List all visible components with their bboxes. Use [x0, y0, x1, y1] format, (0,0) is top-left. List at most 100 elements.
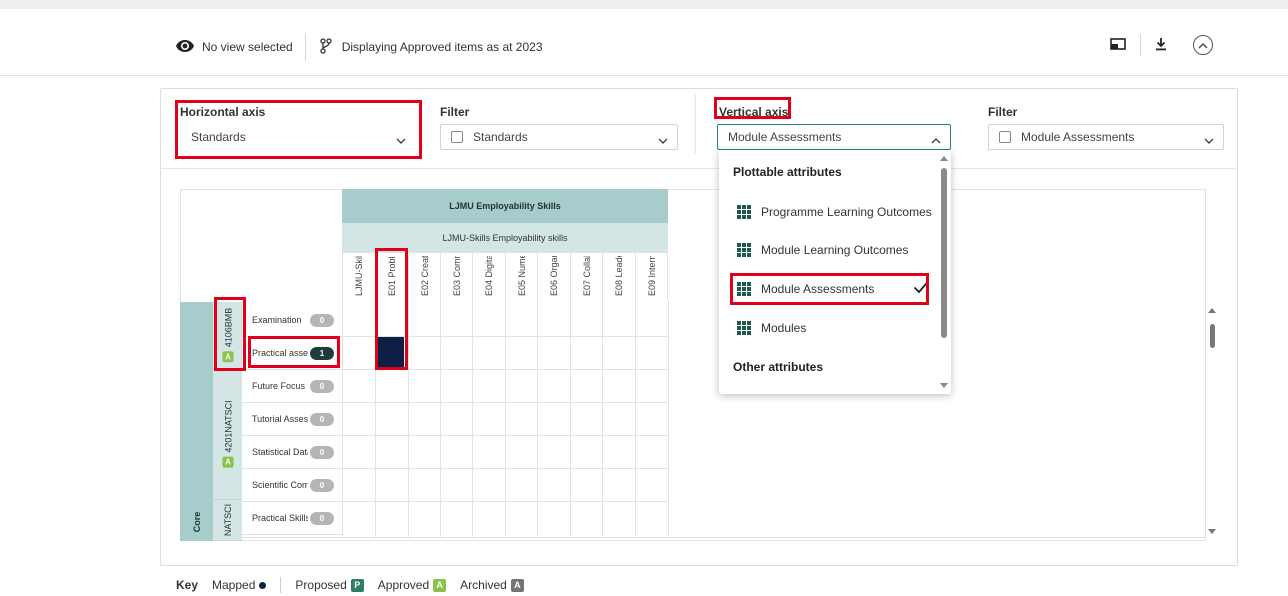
module-header-4201NATSCI[interactable]: A 4201NATSCI [213, 369, 242, 500]
horizontal-axis-label: Horizontal axis [180, 105, 266, 119]
grid-vline [602, 299, 603, 537]
module-header-NATSCI[interactable]: NATSCI [213, 500, 242, 541]
column-header-text: E09 International [646, 256, 657, 296]
branch-icon [320, 37, 332, 57]
scroll-up-icon[interactable] [940, 156, 948, 161]
count-pill: 1 [310, 346, 334, 360]
dropdown-item-label: Module Learning Outcomes [761, 243, 909, 257]
collapse-button[interactable] [1193, 35, 1213, 55]
key-archived: Archived A [460, 578, 524, 592]
column-header[interactable]: E05 Numeracy [505, 253, 537, 299]
top-band [0, 0, 1288, 9]
row-label-text: Practical Skills [252, 513, 308, 523]
checkbox-icon [451, 131, 463, 143]
column-header-text: E08 Leadership [614, 256, 624, 296]
row-label[interactable]: Practical Skills 0 [242, 502, 342, 535]
column-header-text: LJMU-Skills [354, 256, 364, 296]
grid-vline [472, 299, 473, 537]
key-title: Key [176, 578, 199, 592]
key-approved-label: Approved [377, 578, 430, 592]
count-pill: 0 [310, 412, 334, 426]
count-pill: 0 [310, 445, 334, 459]
eye-icon [176, 39, 194, 55]
fullscreen-icon[interactable] [1110, 37, 1126, 53]
column-header-text: E04 Digital [484, 256, 494, 296]
grid-vline [342, 299, 343, 537]
grid-vline [505, 299, 506, 537]
module-code-wrap: NATSCI [223, 504, 233, 536]
module-code-wrap: A 4201NATSCI [222, 400, 233, 468]
column-header[interactable]: E08 Leadership [602, 253, 635, 299]
vertical-axis-dropdown[interactable]: Plottable attributes Programme Learning … [719, 150, 951, 394]
vertical-filter-select[interactable]: Module Assessments [988, 124, 1224, 150]
horizontal-filter-select[interactable]: Standards [440, 124, 678, 150]
chevron-up-icon [931, 133, 941, 147]
view-selector[interactable]: No view selected [176, 39, 293, 55]
legend-key: Key Mapped Proposed P Approved A Archived A [176, 577, 538, 593]
toolbar-divider [304, 33, 306, 61]
horizontal-axis-value: Standards [191, 130, 246, 144]
core-group-column: Core [180, 302, 213, 541]
column-header[interactable]: E03 Communication [440, 253, 472, 299]
matrix-group-header: LJMU Employability Skills [342, 189, 668, 223]
column-header[interactable]: E01 Problem [375, 253, 408, 299]
scroll-thumb[interactable] [1210, 324, 1215, 348]
dropdown-item[interactable]: Modules [719, 314, 941, 342]
column-header[interactable]: E09 International [635, 253, 668, 299]
column-header-text: E03 Communication [452, 256, 462, 296]
column-header-text: E05 Numeracy [516, 256, 527, 296]
row-label-text: Scientific Communication [252, 480, 308, 490]
toolbar: No view selected Displaying Approved ite… [0, 9, 1288, 76]
module-code: 4106BMB [222, 307, 233, 348]
row-label-text: Practical assessment [252, 348, 308, 358]
matrix-bottom-line [242, 537, 1206, 538]
grid-icon [737, 282, 751, 296]
view-label: No view selected [202, 40, 293, 54]
column-header[interactable]: E06 Organisation [537, 253, 570, 299]
dropdown-section-heading: Other attributes [733, 360, 824, 374]
grid-vline [635, 299, 636, 537]
grid-vline [668, 299, 669, 537]
dropdown-scrollbar[interactable] [939, 156, 949, 388]
scroll-thumb[interactable] [941, 168, 947, 338]
row-label-text: Future Focus [252, 381, 306, 391]
chevron-down-icon [396, 133, 406, 147]
key-divider [280, 577, 282, 593]
scroll-up-icon[interactable] [1208, 308, 1216, 313]
count-pill: 0 [310, 511, 334, 525]
row-label[interactable]: Scientific Communication0 [242, 469, 342, 502]
grid-vline [375, 299, 376, 537]
vertical-axis-select[interactable]: Module Assessments [717, 124, 951, 150]
grid-vline [408, 299, 409, 537]
dropdown-item-label: Modules [761, 321, 807, 335]
column-header[interactable]: E07 Collaboration [570, 253, 602, 299]
row-label[interactable]: Tutorial Assessment0 [242, 403, 342, 436]
horizontal-axis-select[interactable]: Standards [180, 124, 416, 150]
module-header-4106BMB[interactable]: A 4106BMB [213, 302, 242, 369]
mapped-cell[interactable] [378, 337, 404, 367]
axis-divider [695, 94, 696, 154]
row-label[interactable]: Statistical Data 0 [242, 436, 342, 469]
scroll-down-icon[interactable] [940, 383, 948, 388]
download-icon[interactable] [1155, 37, 1167, 54]
dropdown-item-label: Programme Learning Outcomes [761, 205, 932, 219]
row-label-text: Examination [252, 315, 302, 325]
column-header[interactable]: LJMU-Skills [342, 253, 375, 299]
matrix-scrollbar[interactable] [1206, 306, 1218, 538]
dropdown-item[interactable]: Programme Learning Outcomes [719, 198, 941, 226]
key-approved: Approved A [377, 578, 447, 592]
column-header[interactable]: E04 Digital [472, 253, 505, 299]
count-pill: 0 [310, 313, 334, 327]
key-mapped: Mapped [212, 578, 267, 592]
mapped-dot-icon [259, 581, 267, 589]
row-label[interactable]: Future Focus 0 [242, 370, 342, 403]
grid-vline [570, 299, 571, 537]
row-label[interactable]: Examination 0 [242, 304, 342, 337]
dropdown-item-selected[interactable]: Module Assessments [719, 275, 941, 303]
approved-badge: A [222, 351, 233, 363]
count-pill: 0 [310, 478, 334, 492]
column-header[interactable]: E02 Creativity [408, 253, 440, 299]
scroll-down-icon[interactable] [1208, 529, 1216, 534]
row-label[interactable]: Practical assessment1 [242, 337, 342, 370]
dropdown-item[interactable]: Module Learning Outcomes [719, 236, 941, 264]
